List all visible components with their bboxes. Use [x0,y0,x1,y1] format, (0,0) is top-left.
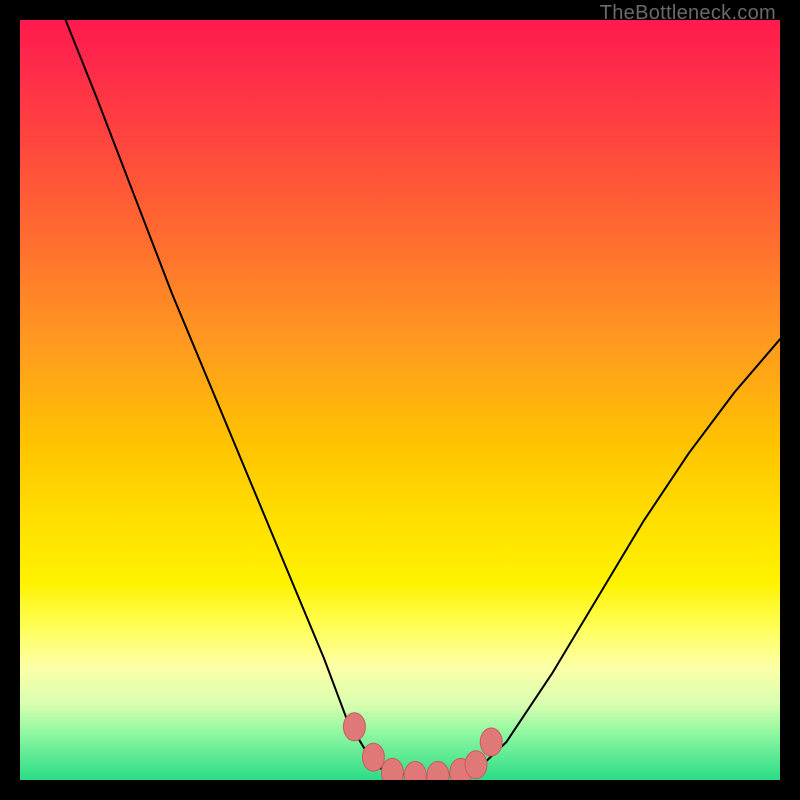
marker-point [381,758,403,780]
watermark-text: TheBottleneck.com [600,2,776,25]
marker-point [465,751,487,779]
chart-frame: TheBottleneck.com [0,0,800,800]
bottleneck-curve [66,20,780,775]
marker-point [362,743,384,771]
highlight-markers [343,713,502,780]
marker-point [404,761,426,780]
marker-point [343,713,365,741]
marker-point [480,728,502,756]
plot-area [20,20,780,780]
chart-svg [20,20,780,780]
marker-point [427,761,449,780]
